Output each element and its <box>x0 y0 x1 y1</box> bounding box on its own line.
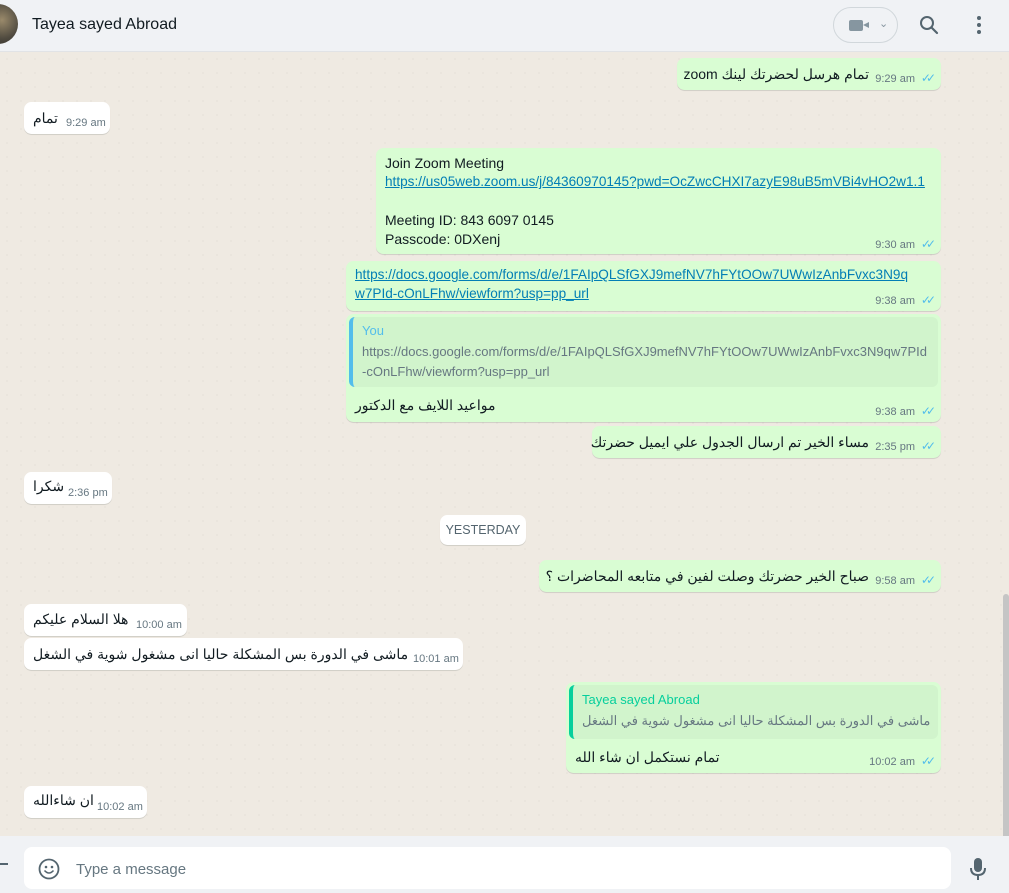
message-text: تمام هرسل لحضرتك لينك zoom <box>683 66 869 82</box>
form-link-line-2[interactable]: w7PId-cOnLFhw/viewform?usp=pp_url <box>355 286 589 301</box>
double-check-icon: ✓✓ <box>920 237 936 251</box>
compose-bar: Type a message <box>0 836 1009 893</box>
passcode: Passcode: 0DXenj <box>385 231 501 247</box>
message-bubble-incoming[interactable]: هلا السلام عليكم 10:00 am <box>24 604 187 636</box>
video-call-icon <box>849 20 869 31</box>
message-bubble-outgoing[interactable]: https://docs.google.com/forms/d/e/1FAIpQ… <box>346 261 941 311</box>
quoted-message[interactable]: You https://docs.google.com/forms/d/e/1F… <box>349 317 938 387</box>
message-bubble-outgoing[interactable]: Join Zoom Meeting https://us05web.zoom.u… <box>376 148 941 254</box>
quote-text: ماشى في الدورة بس المشكلة حاليا انى مشغو… <box>582 713 931 728</box>
message-time: 2:35 pm <box>875 441 915 453</box>
search-icon[interactable] <box>919 15 939 35</box>
message-time: 10:02 am <box>869 756 915 768</box>
double-check-icon: ✓✓ <box>920 404 936 418</box>
message-time: 9:58 am <box>875 575 915 587</box>
message-time: 9:29 am <box>875 73 915 85</box>
emoji-icon[interactable] <box>38 858 60 880</box>
message-text: هلا السلام عليكم <box>33 611 129 627</box>
form-link-line-1[interactable]: https://docs.google.com/forms/d/e/1FAIpQ… <box>355 267 908 282</box>
message-time: 9:38 am <box>875 295 915 307</box>
message-bubble-outgoing[interactable]: تمام هرسل لحضرتك لينك zoom 9:29 am ✓✓ <box>677 58 941 90</box>
zoom-link[interactable]: https://us05web.zoom.us/j/84360970145?pw… <box>385 174 925 189</box>
message-text: صباح الخير حضرتك وصلت لفين في متابعه الم… <box>545 568 869 584</box>
message-text: مساء الخير تم ارسال الجدول علي ايميل حضر… <box>590 434 869 450</box>
double-check-icon: ✓✓ <box>920 439 936 453</box>
message-time: 9:38 am <box>875 406 915 418</box>
double-check-icon: ✓✓ <box>920 71 936 85</box>
double-check-icon: ✓✓ <box>920 573 936 587</box>
message-bubble-outgoing[interactable]: You https://docs.google.com/forms/d/e/1F… <box>346 314 941 422</box>
zoom-title: Join Zoom Meeting <box>385 155 505 171</box>
input-placeholder: Type a message <box>76 861 187 878</box>
quoted-message[interactable]: Tayea sayed Abroad ماشى في الدورة بس الم… <box>569 685 938 739</box>
message-bubble-outgoing[interactable]: مساء الخير تم ارسال الجدول علي ايميل حضر… <box>590 426 941 458</box>
message-bubble-incoming[interactable]: ان شاءالله 10:02 am <box>24 786 147 818</box>
message-text: تمام <box>33 110 58 126</box>
message-bubble-incoming[interactable]: تمام 9:29 am <box>24 102 110 134</box>
contact-name[interactable]: Tayea sayed Abroad <box>32 16 177 34</box>
date-divider: YESTERDAY <box>440 515 526 545</box>
double-check-icon: ✓✓ <box>920 754 936 768</box>
message-time: 10:02 am <box>97 801 143 813</box>
meeting-id: Meeting ID: 843 6097 0145 <box>385 212 554 228</box>
chat-header: Tayea sayed Abroad ⌄ <box>0 0 1009 52</box>
quote-author: Tayea sayed Abroad <box>582 692 700 707</box>
message-bubble-outgoing[interactable]: Tayea sayed Abroad ماشى في الدورة بس الم… <box>566 682 941 773</box>
quote-text-line-2: -cOnLFhw/viewform?usp=pp_url <box>362 364 550 379</box>
scrollbar[interactable] <box>1003 594 1009 836</box>
message-time: 2:36 pm <box>68 487 108 499</box>
message-bubble-incoming[interactable]: شكرا 2:36 pm <box>24 472 112 504</box>
avatar[interactable] <box>0 4 18 44</box>
message-input[interactable]: Type a message <box>24 847 951 889</box>
message-text: مواعيد اللايف مع الدكتور <box>355 397 496 413</box>
mic-icon[interactable] <box>968 857 988 881</box>
message-time: 9:29 am <box>66 117 106 129</box>
chevron-down-icon: ⌄ <box>879 18 889 30</box>
message-text: ان شاءالله <box>33 792 94 808</box>
message-text: ماشى في الدورة بس المشكلة حاليا انى مشغو… <box>33 646 409 662</box>
message-time: 9:30 am <box>875 239 915 251</box>
quote-text-line-1: https://docs.google.com/forms/d/e/1FAIpQ… <box>362 344 928 359</box>
message-list[interactable]: تمام هرسل لحضرتك لينك zoom 9:29 am ✓✓ تم… <box>0 52 1009 836</box>
menu-icon[interactable] <box>969 15 989 35</box>
double-check-icon: ✓✓ <box>920 293 936 307</box>
quote-author: You <box>362 323 384 338</box>
attach-icon[interactable] <box>0 863 8 865</box>
message-bubble-outgoing[interactable]: صباح الخير حضرتك وصلت لفين في متابعه الم… <box>539 560 941 592</box>
video-call-button[interactable]: ⌄ <box>833 7 898 43</box>
message-bubble-incoming[interactable]: ماشى في الدورة بس المشكلة حاليا انى مشغو… <box>24 638 463 670</box>
message-time: 10:00 am <box>136 619 182 631</box>
message-time: 10:01 am <box>413 653 459 665</box>
message-text: شكرا <box>33 478 65 494</box>
message-text: تمام نستكمل ان شاء الله <box>575 749 720 765</box>
